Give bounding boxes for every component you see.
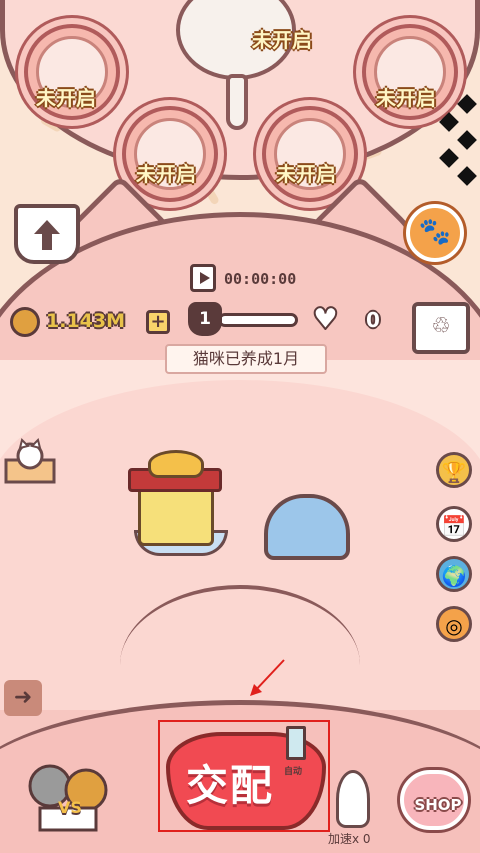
- breeding-slot-bottom-left[interactable]: [122, 106, 218, 202]
- trophy-icon[interactable]: 🏆: [436, 452, 472, 488]
- coin-icon: [10, 307, 40, 337]
- slot-label: 未开启: [136, 162, 196, 186]
- teapot-spout-icon: [226, 74, 248, 130]
- add-coins-button[interactable]: +: [146, 310, 170, 334]
- recycle-box-button[interactable]: ♲: [412, 302, 470, 354]
- globe-icon[interactable]: 🌍: [436, 556, 472, 592]
- shop-label: SHOP: [414, 796, 462, 814]
- rocket-boost-button[interactable]: [336, 770, 370, 828]
- lucky-wheel-icon[interactable]: ◎: [436, 606, 472, 642]
- game-stage: 未开启 未开启 未开启 未开启 未开启 🐾 00:00:00 1.143M + …: [0, 0, 480, 853]
- recycle-icon: ♲: [431, 314, 451, 339]
- coin-balance: 1.143M: [46, 310, 126, 332]
- play-icon[interactable]: [190, 264, 216, 292]
- arrow-up-icon: [34, 220, 60, 250]
- vs-label: VS: [58, 798, 82, 817]
- heart-count: 0: [366, 308, 380, 332]
- gift-box-icon[interactable]: [128, 450, 222, 550]
- shop-button[interactable]: SHOP: [400, 770, 468, 830]
- cat-age-label: 猫咪已养成1月: [165, 344, 327, 374]
- empty-cat-cushion[interactable]: [264, 494, 350, 560]
- slot-label: 未开启: [36, 86, 96, 110]
- calendar-icon[interactable]: 📅: [436, 506, 472, 542]
- hourglass-icon[interactable]: [286, 726, 306, 760]
- checkered-flag-icon: [438, 94, 478, 190]
- heart-icon: ♥: [311, 302, 340, 337]
- level-badge: 1: [188, 302, 222, 336]
- slot-label: 未开启: [252, 28, 312, 52]
- timer-text: 00:00:00: [224, 270, 297, 288]
- pointer-arrow-icon: [250, 659, 285, 696]
- paw-icon: 🐾: [418, 217, 452, 247]
- mate-button-label: 交配: [186, 761, 275, 810]
- auto-label: 自动: [284, 767, 303, 777]
- paw-button[interactable]: 🐾: [406, 204, 464, 262]
- slot-label: 未开启: [376, 86, 436, 110]
- arrow-right-button[interactable]: ➜: [4, 680, 42, 716]
- slot-label: 未开启: [276, 162, 336, 186]
- level-progress-bar: [218, 313, 298, 327]
- speed-label: 加速x 0: [328, 832, 371, 846]
- breeding-slot-bottom-right[interactable]: [262, 106, 358, 202]
- cat-in-box-button[interactable]: [2, 438, 58, 486]
- upgrade-cup-button[interactable]: [14, 204, 80, 264]
- vs-cats-button[interactable]: VS: [20, 752, 120, 838]
